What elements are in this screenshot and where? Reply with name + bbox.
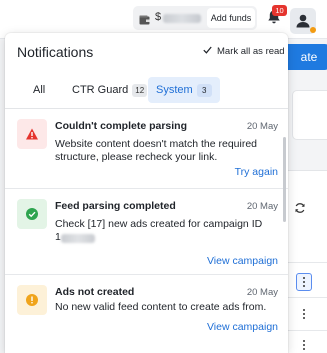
row-more-menu-button[interactable] bbox=[297, 337, 311, 353]
panel-title: Notifications bbox=[17, 44, 94, 60]
checkmark-icon bbox=[203, 46, 217, 57]
error-status-tile bbox=[17, 119, 47, 149]
notification-title: Feed parsing completed bbox=[55, 200, 176, 212]
tab-count-badge: 3 bbox=[196, 84, 212, 97]
balance-widget: $ Add funds bbox=[133, 6, 257, 30]
tab-label: System bbox=[156, 84, 193, 96]
notification-body: Check [17] new ads created for campaign … bbox=[55, 218, 263, 230]
background-card bbox=[292, 90, 327, 140]
notification-item: Couldn't complete parsing 20 May Website… bbox=[5, 109, 288, 188]
user-status-dot bbox=[310, 27, 316, 33]
notification-title: Ads not created bbox=[55, 286, 135, 298]
table-row-divider bbox=[286, 262, 327, 263]
add-funds-button[interactable]: Add funds bbox=[207, 8, 255, 28]
tab-label: All bbox=[33, 84, 46, 96]
mark-all-read-button[interactable]: Mark all as read bbox=[203, 46, 285, 57]
table-row-divider bbox=[286, 297, 327, 298]
notification-body: No new valid feed content to create ads … bbox=[55, 301, 267, 313]
notifications-panel: Notifications Mark all as read All CTR G… bbox=[5, 33, 288, 353]
mark-all-read-label: Mark all as read bbox=[217, 46, 285, 57]
campaign-id-redacted bbox=[61, 234, 95, 243]
notification-item: Feed parsing completed 20 May Check [17]… bbox=[5, 189, 288, 267]
tab-label: CTR Guard bbox=[72, 84, 129, 96]
try-again-button[interactable]: Try again bbox=[235, 166, 278, 178]
notification-count-badge: 10 bbox=[272, 5, 287, 16]
view-campaign-button[interactable]: View campaign bbox=[207, 255, 278, 267]
row-more-menu-button[interactable] bbox=[296, 273, 312, 291]
success-status-tile bbox=[17, 199, 47, 229]
notification-date: 20 May bbox=[246, 287, 278, 298]
balance-amount-redacted bbox=[163, 14, 201, 23]
balance-currency: $ bbox=[155, 11, 162, 23]
notification-item: Ads not created 20 May No new valid feed… bbox=[5, 275, 288, 353]
row-more-menu-button[interactable] bbox=[297, 306, 311, 322]
notification-list: Couldn't complete parsing 20 May Website… bbox=[5, 109, 288, 353]
tab-all[interactable]: All bbox=[25, 77, 53, 103]
tab-ctr-guard[interactable]: CTR Guard 12 bbox=[64, 77, 155, 103]
refresh-icon[interactable] bbox=[294, 201, 306, 219]
notification-date: 20 May bbox=[246, 121, 278, 132]
warning-status-tile bbox=[17, 285, 47, 315]
notification-body: Website content doesn't match the requir… bbox=[55, 138, 258, 163]
notification-tabs: All CTR Guard 12 System 3 bbox=[5, 77, 288, 105]
tab-count-badge: 12 bbox=[132, 84, 148, 97]
scrollbar-thumb[interactable] bbox=[283, 137, 286, 222]
table-row-divider bbox=[286, 330, 327, 331]
wallet-icon bbox=[139, 12, 150, 30]
tab-system[interactable]: System 3 bbox=[148, 77, 220, 103]
notification-date: 20 May bbox=[246, 201, 278, 212]
view-campaign-button[interactable]: View campaign bbox=[207, 321, 278, 333]
notification-title: Couldn't complete parsing bbox=[55, 120, 188, 132]
